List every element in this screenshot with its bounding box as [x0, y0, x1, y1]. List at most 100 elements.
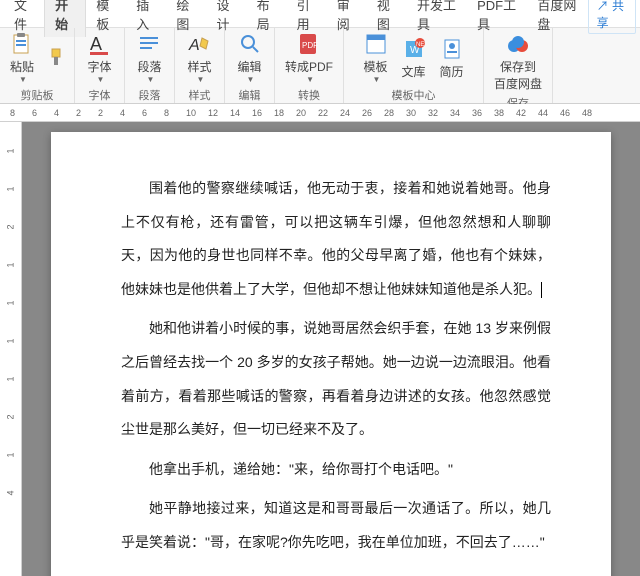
ruler-tick: 4: [54, 108, 59, 118]
format-painter-button[interactable]: [42, 43, 70, 73]
ruler-tick: 48: [582, 108, 592, 118]
horizontal-ruler[interactable]: 8642246810121416182022242628303234363842…: [0, 104, 640, 122]
ruler-tick: 24: [340, 108, 350, 118]
text-cursor: [541, 282, 542, 298]
pdf-label: 转成PDF: [285, 58, 333, 75]
ruler-tick: 28: [384, 108, 394, 118]
search-icon: [238, 32, 262, 56]
svg-text:NEW: NEW: [416, 42, 425, 48]
ruler-tick: 32: [428, 108, 438, 118]
save-cloud-button[interactable]: 保存到 百度网盘: [488, 30, 548, 94]
resume-icon: [440, 37, 464, 61]
resume-button[interactable]: 简历: [434, 35, 470, 82]
cloud-icon: [506, 32, 530, 56]
library-button[interactable]: WNEW 文库: [396, 35, 432, 82]
group-styles: A 样式▼ 样式: [175, 28, 225, 103]
svg-text:A: A: [90, 34, 102, 54]
ruler-tick: 44: [538, 108, 548, 118]
group-pdf: PDF 转成PDF▼ 转换: [275, 28, 344, 103]
group-label: 字体: [89, 86, 111, 104]
workspace: 1 1 2 1 1 1 1 2 1 4 围着他的警察继续喊话，他无动于衷，接着和她说着她哥。他身上…: [0, 122, 640, 576]
ruler-tick: 30: [406, 108, 416, 118]
pdf-button[interactable]: PDF 转成PDF▼: [279, 30, 339, 86]
ruler-tick: 4: [120, 108, 125, 118]
page-scroll-area[interactable]: 围着他的警察继续喊话，他无动于衷，接着和她说着她哥。他身上不仅有枪，还有雷管，可…: [22, 122, 640, 576]
paste-button[interactable]: 粘贴▼: [4, 30, 40, 86]
svg-text:PDF: PDF: [302, 41, 318, 50]
document-page[interactable]: 围着他的警察继续喊话，他无动于衷，接着和她说着她哥。他身上不仅有枪，还有雷管，可…: [51, 132, 611, 576]
save-label2: 百度网盘: [494, 75, 542, 92]
styles-icon: A: [188, 32, 212, 56]
paragraph[interactable]: 她和他讲着小时候的事，说她哥居然会织手套，在她 13 岁来例假之后曾经去找一个 …: [121, 312, 551, 446]
ruler-tick: 1: [5, 186, 15, 191]
group-label: 转换: [298, 86, 320, 104]
group-label: 段落: [139, 86, 161, 104]
ruler-tick: 20: [296, 108, 306, 118]
paragraph[interactable]: 他拿出手机，递给她："来，给你哥打个电话吧。": [121, 453, 551, 487]
font-label: 字体: [88, 58, 112, 75]
vertical-ruler[interactable]: 1 1 2 1 1 1 1 2 1 4: [0, 122, 22, 576]
share-label: 共享: [597, 0, 624, 30]
ruler-tick: 6: [142, 108, 147, 118]
paragraph-button[interactable]: 段落▼: [132, 30, 168, 86]
ruler-tick: 14: [230, 108, 240, 118]
ribbon: 粘贴▼ 剪贴板 A 字体▼ 字体 段落▼ 段落 A: [0, 28, 640, 104]
ruler-tick: 22: [318, 108, 328, 118]
ruler-tick: 26: [362, 108, 372, 118]
share-button[interactable]: ↗ 共享: [588, 0, 636, 34]
group-label: 样式: [189, 86, 211, 104]
library-icon: WNEW: [402, 37, 426, 61]
ruler-tick: 8: [10, 108, 15, 118]
ruler-tick: 18: [274, 108, 284, 118]
font-button[interactable]: A 字体▼: [82, 30, 118, 86]
ruler-tick: 34: [450, 108, 460, 118]
template-icon: [364, 32, 388, 56]
tmpl-label: 模板: [364, 58, 388, 75]
text: 围着他的警察继续喊话，他无动于衷，接着和她说着她哥。他身上不仅有枪，还有雷管，可…: [121, 180, 551, 297]
ruler-tick: 1: [5, 262, 15, 267]
resume-label: 简历: [440, 63, 464, 80]
ruler-tick: 1: [5, 148, 15, 153]
edit-label: 编辑: [238, 58, 262, 75]
para-label: 段落: [138, 58, 162, 75]
template-button[interactable]: 模板▼: [358, 30, 394, 86]
ruler-tick: 16: [252, 108, 262, 118]
ruler-tick: 4: [5, 490, 15, 495]
ruler-tick: 38: [494, 108, 504, 118]
ruler-tick: 1: [5, 300, 15, 305]
ruler-tick: 2: [5, 224, 15, 229]
paragraph[interactable]: 她平静地接过来，知道这是和哥哥最后一次通话了。所以，她几乎是笑着说："哥，在家呢…: [121, 492, 551, 559]
edit-button[interactable]: 编辑▼: [232, 30, 268, 86]
paragraph[interactable]: 围着他的警察继续喊话，他无动于衷，接着和她说着她哥。他身上不仅有枪，还有雷管，可…: [121, 172, 551, 306]
menu-bar: 文件 开始 模板 插入 绘图 设计 布局 引用 审阅 视图 开发工具 PDF工具…: [0, 0, 640, 28]
ruler-tick: 2: [5, 414, 15, 419]
lib-label: 文库: [402, 63, 426, 80]
ruler-tick: 36: [472, 108, 482, 118]
ruler-tick: 1: [5, 338, 15, 343]
group-label: 编辑: [239, 86, 261, 104]
ruler-tick: 2: [98, 108, 103, 118]
group-font: A 字体▼ 字体: [75, 28, 125, 103]
ruler-tick: 1: [5, 452, 15, 457]
pdf-icon: PDF: [297, 32, 321, 56]
styles-label: 样式: [188, 58, 212, 75]
group-save: 保存到 百度网盘 保存: [484, 28, 553, 103]
ruler-tick: 2: [76, 108, 81, 118]
group-label: 剪贴板: [21, 86, 54, 104]
brush-icon: [44, 45, 68, 69]
group-edit: 编辑▼ 编辑: [225, 28, 275, 103]
group-clipboard: 粘贴▼ 剪贴板: [0, 28, 75, 103]
ruler-tick: 6: [32, 108, 37, 118]
save-label1: 保存到: [500, 58, 536, 75]
group-paragraph: 段落▼ 段落: [125, 28, 175, 103]
ruler-tick: 12: [208, 108, 218, 118]
paragraph-icon: [138, 32, 162, 56]
group-template-center: 模板▼ WNEW 文库 简历 模板中心: [344, 28, 484, 103]
styles-button[interactable]: A 样式▼: [182, 30, 218, 86]
font-icon: A: [88, 32, 112, 56]
group-label: 模板中心: [392, 86, 436, 104]
ruler-tick: 42: [516, 108, 526, 118]
clipboard-icon: [10, 32, 34, 56]
ruler-tick: 10: [186, 108, 196, 118]
ruler-tick: 1: [5, 376, 15, 381]
